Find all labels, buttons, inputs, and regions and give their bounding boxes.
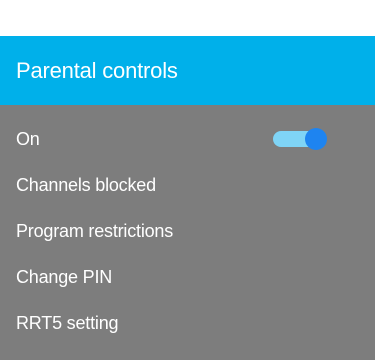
- toggle-thumb: [305, 128, 327, 150]
- menu-item-program-restrictions[interactable]: Program restrictions: [0, 208, 375, 254]
- menu-item-label: Channels blocked: [16, 175, 156, 195]
- menu-item-change-pin[interactable]: Change PIN: [0, 254, 375, 300]
- page-title: Parental controls: [16, 57, 178, 83]
- menu-item-label: On: [16, 129, 40, 149]
- menu-item-on[interactable]: On: [0, 116, 375, 162]
- menu-item-label: Change PIN: [16, 267, 113, 287]
- parental-controls-toggle[interactable]: [273, 128, 329, 150]
- parental-controls-screen: Parental controls On Channels blocked Pr…: [0, 0, 375, 360]
- top-blank-area: [0, 0, 375, 36]
- menu-item-label: RRT5 setting: [16, 313, 119, 333]
- menu-item-label: Program restrictions: [16, 221, 174, 241]
- menu-item-rrt5-setting[interactable]: RRT5 setting: [0, 300, 375, 346]
- panel-header: Parental controls: [0, 36, 375, 105]
- parental-controls-menu: On Channels blocked Program restrictions…: [0, 116, 375, 346]
- menu-item-channels-blocked[interactable]: Channels blocked: [0, 162, 375, 208]
